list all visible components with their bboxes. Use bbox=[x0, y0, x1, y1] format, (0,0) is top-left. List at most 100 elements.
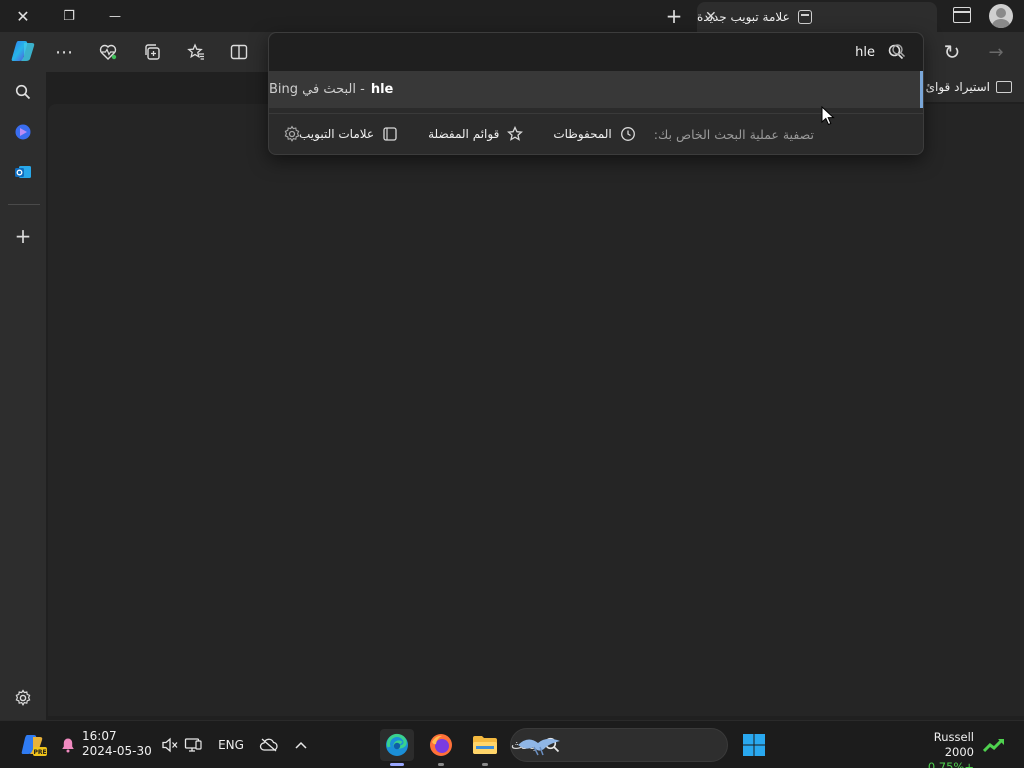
edge-icon bbox=[386, 733, 408, 756]
tab-close-button[interactable]: ✕ bbox=[705, 9, 717, 25]
stock-widget-name: Russell 2000 bbox=[933, 730, 974, 759]
suggestion-text: - البحث في Bing bbox=[269, 82, 365, 97]
taskbar-firefox-button[interactable] bbox=[426, 729, 456, 761]
address-bar bbox=[269, 33, 923, 71]
network-button[interactable] bbox=[183, 729, 203, 761]
refresh-button[interactable]: ↻ bbox=[940, 40, 964, 64]
taskbar-edge-button[interactable] bbox=[380, 729, 414, 761]
more-menu-button[interactable]: ⋯ bbox=[52, 40, 76, 64]
bell-icon bbox=[62, 738, 74, 753]
copilot-icon: PRE bbox=[21, 735, 47, 756]
filter-history[interactable]: المحفوظات bbox=[553, 126, 635, 142]
address-bar-dropdown: hle - البحث في Bing تصفية عملية البحث ال… bbox=[268, 32, 924, 155]
sidebar-copilot-button[interactable] bbox=[11, 120, 35, 144]
split-screen-icon bbox=[230, 44, 248, 60]
favorites-star-icon bbox=[187, 43, 204, 60]
tab-new-tab[interactable]: علامة تبويب جديدة ✕ bbox=[697, 2, 937, 32]
folder-icon bbox=[996, 81, 1012, 93]
show-hidden-icons-button[interactable] bbox=[290, 729, 312, 761]
copilot-taskbar-button[interactable]: PRE bbox=[18, 729, 48, 761]
heart-pulse-icon bbox=[99, 44, 117, 60]
running-app-indicator bbox=[438, 763, 444, 766]
copilot-badge: PRE bbox=[33, 749, 46, 756]
window-restore-button[interactable]: ❐ bbox=[46, 0, 92, 32]
sidebar-search-button[interactable] bbox=[11, 80, 35, 104]
plus-icon: + bbox=[665, 4, 683, 28]
new-tab-button[interactable]: + bbox=[662, 4, 686, 28]
volume-muted-icon bbox=[162, 737, 178, 753]
browser-window: ✕ ❐ — + علامة تبويب جديدة ✕ ⋯ ↻ → استيرا… bbox=[0, 0, 1024, 768]
close-icon: ✕ bbox=[16, 6, 30, 26]
taskbar: PRE 16:07 2024-05-30 ENG Russell 2000 0.… bbox=[0, 720, 1024, 768]
collections-button[interactable] bbox=[140, 40, 164, 64]
window-minimize-button[interactable]: — bbox=[92, 0, 138, 32]
filter-favorites[interactable]: قوائم المفضلة bbox=[428, 126, 524, 142]
sidebar-outlook-button[interactable] bbox=[11, 160, 35, 184]
more-icon: ⋯ bbox=[55, 41, 73, 63]
favorites-button[interactable] bbox=[184, 40, 208, 64]
search-highlight-bird-icon bbox=[518, 738, 560, 756]
split-screen-button[interactable] bbox=[227, 40, 251, 64]
stock-widget[interactable]: Russell 2000 0.75%+ bbox=[904, 730, 974, 768]
outlook-icon bbox=[15, 166, 31, 178]
chevron-up-icon bbox=[295, 741, 307, 749]
collections-icon bbox=[145, 44, 160, 60]
search-icon bbox=[892, 44, 906, 58]
copilot-app-icon bbox=[15, 124, 31, 140]
sidebar-separator bbox=[8, 204, 40, 205]
filter-favorites-label: قوائم المفضلة bbox=[428, 127, 500, 141]
running-app-indicator bbox=[482, 763, 488, 766]
cloud-off-icon bbox=[259, 738, 278, 752]
import-favorites-link[interactable]: استيراد قوائ bbox=[926, 80, 990, 94]
onedrive-button[interactable] bbox=[258, 729, 280, 761]
volume-muted-button[interactable] bbox=[160, 729, 180, 761]
search-settings-gear-icon[interactable] bbox=[283, 125, 301, 143]
star-icon bbox=[507, 126, 524, 141]
firefox-icon bbox=[430, 734, 452, 756]
tab-actions-menu-icon[interactable] bbox=[953, 7, 971, 23]
trend-up-icon bbox=[983, 738, 1004, 753]
clock-date: 2024-05-30 bbox=[82, 744, 152, 758]
filter-history-label: المحفوظات bbox=[553, 127, 612, 141]
tabs-icon bbox=[383, 127, 397, 141]
windows-logo-icon bbox=[743, 734, 765, 756]
stock-widget-chart[interactable] bbox=[982, 729, 1008, 761]
refresh-icon: ↻ bbox=[943, 40, 961, 64]
taskbar-clock[interactable]: 16:07 2024-05-30 bbox=[82, 729, 152, 759]
new-tab-page-icon bbox=[797, 10, 812, 24]
start-button[interactable] bbox=[740, 729, 768, 761]
history-icon bbox=[620, 127, 635, 141]
bookmarks-bar: استيراد قوائ bbox=[918, 72, 1024, 102]
sidebar-settings-button[interactable] bbox=[11, 686, 35, 710]
sidebar-add-button[interactable]: + bbox=[11, 224, 35, 248]
search-icon bbox=[15, 84, 31, 100]
window-close-button[interactable]: ✕ bbox=[0, 0, 46, 32]
restore-icon: ❐ bbox=[63, 8, 75, 24]
filter-tabs-label: علامات التبويب bbox=[299, 127, 375, 141]
search-suggestion-bing[interactable]: hle - البحث في Bing bbox=[269, 71, 923, 108]
gear-icon bbox=[15, 689, 31, 706]
back-button[interactable]: → bbox=[984, 40, 1008, 64]
clock-time: 16:07 bbox=[82, 729, 117, 743]
selection-indicator bbox=[920, 71, 923, 108]
network-icon bbox=[184, 738, 202, 752]
stock-widget-change: 0.75%+ bbox=[927, 760, 974, 768]
copilot-icon[interactable] bbox=[10, 39, 36, 63]
sidebar: + bbox=[0, 72, 46, 720]
browser-essentials-button[interactable] bbox=[96, 40, 120, 64]
title-bar: ✕ ❐ — + علامة تبويب جديدة ✕ bbox=[0, 0, 1024, 32]
back-arrow-icon: → bbox=[988, 41, 1004, 63]
minimize-icon: — bbox=[109, 9, 121, 23]
notifications-button[interactable] bbox=[58, 729, 78, 761]
taskbar-file-explorer-button[interactable] bbox=[470, 729, 500, 761]
folder-icon bbox=[473, 736, 497, 754]
address-input[interactable] bbox=[315, 42, 875, 62]
active-app-indicator bbox=[390, 763, 404, 766]
profile-avatar[interactable] bbox=[989, 4, 1013, 28]
input-language[interactable]: ENG bbox=[215, 729, 247, 761]
suggestion-query: hle bbox=[370, 82, 394, 97]
page-content bbox=[48, 104, 1024, 716]
filter-hint: تصفية عملية البحث الخاص بك: bbox=[653, 126, 814, 142]
filter-tabs[interactable]: علامات التبويب bbox=[299, 126, 398, 142]
plus-icon: + bbox=[14, 224, 32, 248]
